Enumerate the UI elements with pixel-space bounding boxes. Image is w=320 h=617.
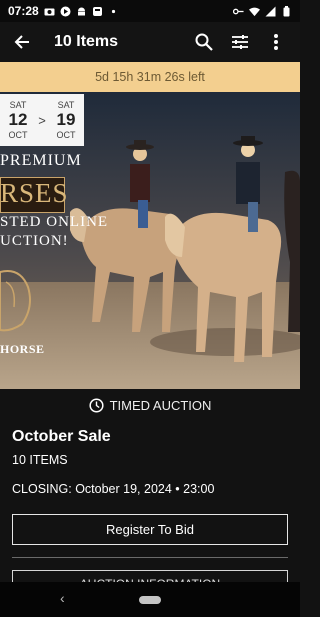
date-arrow: >	[38, 112, 46, 128]
hero-line-horses: RSES	[0, 178, 69, 208]
arrow-back-icon	[14, 35, 29, 49]
status-time: 07:28	[8, 4, 39, 18]
divider	[12, 557, 288, 558]
end-date: SAT 19 OCT	[48, 100, 84, 140]
end-day-of-week: SAT	[57, 100, 75, 110]
auction-hero-image[interactable]: SAT 12 OCT > SAT 19 OCT PREMIUM RSES STE…	[0, 92, 300, 389]
auction-type-label: TIMED AUCTION	[109, 397, 212, 413]
play-notification-icon	[60, 6, 71, 17]
more-notifications-dot-icon	[108, 6, 119, 17]
search-button[interactable]	[186, 26, 222, 58]
filter-button[interactable]	[222, 26, 258, 58]
clock-icon	[89, 397, 104, 413]
more-vert-icon	[274, 34, 278, 50]
wifi-icon	[249, 6, 260, 17]
key-icon	[233, 6, 244, 17]
countdown-banner: 5d 15h 31m 26s left	[0, 62, 300, 92]
search-icon	[195, 33, 213, 51]
auction-type: TIMED AUCTION	[0, 395, 300, 415]
more-options-button[interactable]	[258, 26, 294, 58]
camera-notification-icon	[44, 6, 55, 17]
item-count: 10 ITEMS	[12, 453, 68, 467]
app-bar: 10 Items	[0, 22, 300, 62]
countdown-text: 5d 15h 31m 26s left	[95, 70, 205, 84]
nav-back-icon[interactable]: ‹	[60, 590, 65, 606]
closing-date: CLOSING: October 19, 2024 • 23:00	[12, 482, 215, 496]
start-day: 12	[8, 110, 28, 129]
sale-title: October Sale	[12, 428, 111, 445]
app-notification-icon	[92, 6, 103, 17]
date-range-badge: SAT 12 OCT > SAT 19 OCT	[0, 94, 84, 146]
nav-home-pill[interactable]	[139, 595, 161, 604]
status-bar: 07:28	[0, 0, 300, 22]
start-month: OCT	[8, 130, 28, 140]
hero-line-premium: PREMIUM	[0, 152, 82, 169]
signal-icon	[265, 6, 276, 17]
hero-brand: HORSE	[0, 342, 45, 356]
battery-icon	[281, 5, 292, 17]
end-month: OCT	[56, 130, 76, 140]
start-day-of-week: SAT	[9, 100, 27, 110]
page-title: 10 Items	[54, 33, 119, 50]
end-day: 19	[56, 110, 76, 129]
register-to-bid-button[interactable]: Register To Bid	[12, 514, 288, 545]
system-navigation-bar: ‹	[0, 582, 300, 617]
hero-line-auction: UCTION!	[0, 233, 69, 249]
tune-icon	[232, 35, 248, 49]
hero-line-listed-online: STED ONLINE	[0, 214, 109, 230]
android-notification-icon	[76, 6, 87, 17]
back-button[interactable]	[6, 26, 38, 58]
start-date: SAT 12 OCT	[0, 100, 36, 140]
